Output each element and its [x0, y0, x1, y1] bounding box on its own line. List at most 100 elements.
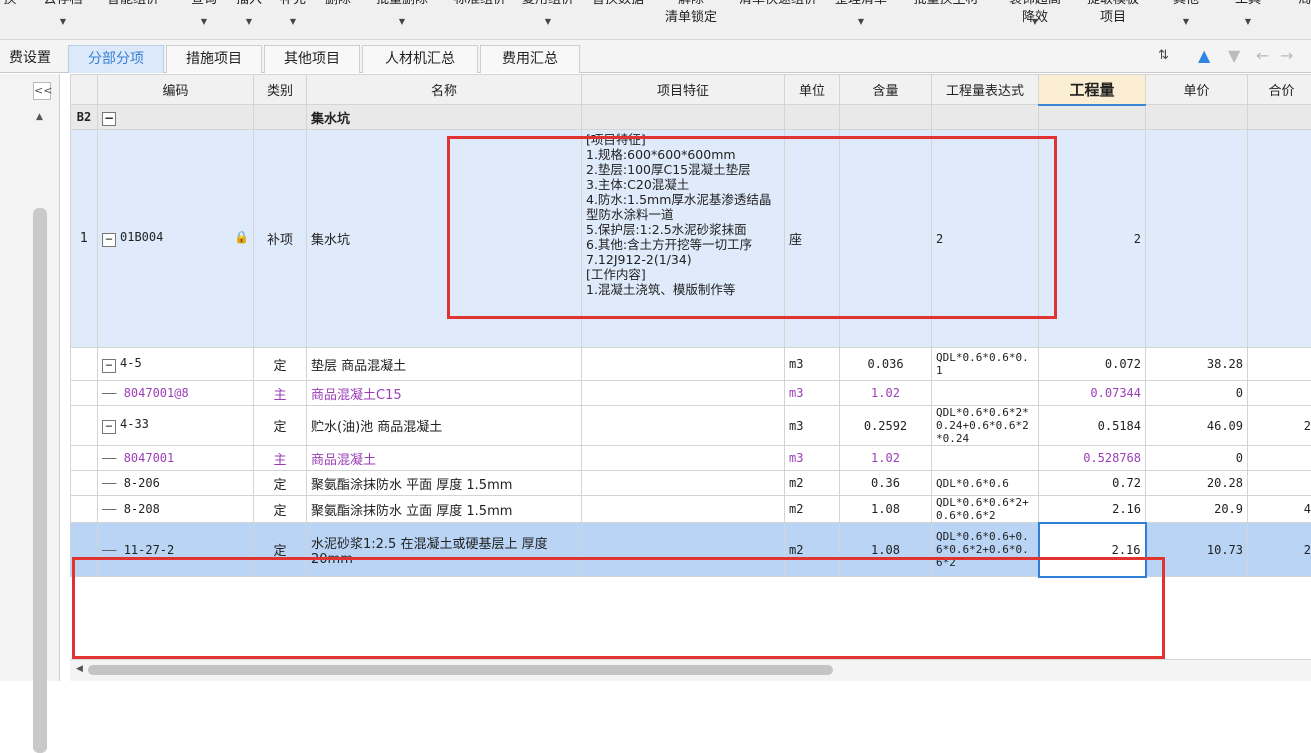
- unit-cell[interactable]: m3: [785, 381, 840, 406]
- col-total[interactable]: 合价: [1248, 75, 1311, 105]
- tab-other-items[interactable]: 其他项目: [264, 45, 360, 73]
- move-right-icon[interactable]: →: [1280, 46, 1293, 66]
- move-left-icon[interactable]: ←: [1256, 46, 1269, 66]
- qty-cell[interactable]: 0.72: [1039, 471, 1146, 496]
- qty-expr-cell[interactable]: QDL*0.6*0.6: [932, 471, 1039, 496]
- toolbar-button[interactable]: 局: [1290, 0, 1311, 40]
- tab-measures[interactable]: 措施项目: [166, 45, 262, 73]
- collapse-toggle-icon[interactable]: −: [102, 359, 116, 373]
- content-cell[interactable]: 1.02: [840, 446, 932, 471]
- qty-expr-cell[interactable]: QDL*0.6*0.6*2*0.24+0.6*0.6*2*0.24: [932, 406, 1039, 446]
- col-code[interactable]: 编码: [98, 75, 254, 105]
- feature-cell[interactable]: [582, 381, 785, 406]
- col-content[interactable]: 含量: [840, 75, 932, 105]
- qty-expr-cell[interactable]: QDL*0.6*0.6+0.6*0.6*2+0.6*0.6*2: [932, 523, 1039, 577]
- toolbar-button[interactable]: 补充▼: [270, 0, 316, 40]
- type-cell[interactable]: [254, 105, 307, 130]
- col-type[interactable]: 类别: [254, 75, 307, 105]
- toolbar-button[interactable]: 换: [0, 0, 20, 40]
- code-cell[interactable]: —— 8-208: [98, 496, 254, 523]
- toolbar-button[interactable]: 工具▼: [1220, 0, 1276, 40]
- feature-cell[interactable]: [582, 105, 785, 130]
- qty-cell[interactable]: 0.072: [1039, 348, 1146, 381]
- name-cell[interactable]: 集水坑: [307, 105, 582, 130]
- content-cell[interactable]: 1.08: [840, 523, 932, 577]
- group-row[interactable]: B2 − 集水坑: [71, 105, 1311, 130]
- price-cell[interactable]: 20.28: [1146, 471, 1248, 496]
- horizontal-scrollbar[interactable]: ◀: [70, 659, 1311, 681]
- unit-cell[interactable]: 座: [785, 130, 840, 348]
- unit-cell[interactable]: m3: [785, 406, 840, 446]
- feature-cell[interactable]: [582, 471, 785, 496]
- toolbar-button[interactable]: 批量删除▼: [362, 0, 442, 40]
- qty-expr-cell[interactable]: QDL*0.6*0.6*2+0.6*0.6*2: [932, 496, 1039, 523]
- unit-cell[interactable]: m3: [785, 348, 840, 381]
- qty-cell[interactable]: 0.528768: [1039, 446, 1146, 471]
- name-cell[interactable]: 聚氨酯涂抹防水 平面 厚度 1.5mm: [307, 471, 582, 496]
- content-cell[interactable]: [840, 130, 932, 348]
- row-index[interactable]: [71, 348, 98, 381]
- qty-cell[interactable]: 0.07344: [1039, 381, 1146, 406]
- table-row[interactable]: —— 11-27-2定水泥砂浆1:2.5 在混凝土或硬基层上 厚度 20mmm2…: [71, 523, 1311, 577]
- sort-icon[interactable]: ⇅: [1158, 46, 1169, 66]
- toolbar-button[interactable]: 整理清单▼: [830, 0, 892, 40]
- col-qty-expr[interactable]: 工程量表达式: [932, 75, 1039, 105]
- total-cell[interactable]: [1248, 471, 1311, 496]
- type-cell[interactable]: 补项: [254, 130, 307, 348]
- toolbar-button[interactable]: 批量换主材: [896, 0, 996, 40]
- price-cell[interactable]: 0: [1146, 381, 1248, 406]
- toolbar-button[interactable]: 标准组价: [448, 0, 512, 40]
- price-cell[interactable]: 20.9: [1146, 496, 1248, 523]
- content-cell[interactable]: 1.08: [840, 496, 932, 523]
- feature-cell[interactable]: [582, 406, 785, 446]
- type-cell[interactable]: 定: [254, 496, 307, 523]
- move-down-icon[interactable]: ▼: [1228, 46, 1240, 66]
- table-row[interactable]: —— 8047001@8主商品混凝土C15m31.020.073440: [71, 381, 1311, 406]
- qty-expr-cell[interactable]: [932, 446, 1039, 471]
- table-row[interactable]: −4-5定垫层 商品混凝土m30.036QDL*0.6*0.6*0.10.072…: [71, 348, 1311, 381]
- tab-material-summary[interactable]: 人材机汇总: [362, 45, 478, 73]
- toolbar-button[interactable]: 插入▼: [230, 0, 268, 40]
- name-cell[interactable]: 商品混凝土: [307, 446, 582, 471]
- content-cell[interactable]: 1.02: [840, 381, 932, 406]
- toolbar-button[interactable]: 清单快速组价: [730, 0, 826, 40]
- unit-cell[interactable]: m2: [785, 471, 840, 496]
- toolbar-button[interactable]: 解除清单锁定: [654, 0, 728, 40]
- unit-cell[interactable]: m2: [785, 523, 840, 577]
- table-row[interactable]: —— 8-208定聚氨酯涂抹防水 立面 厚度 1.5mmm21.08QDL*0.…: [71, 496, 1311, 523]
- name-cell[interactable]: 贮水(油)池 商品混凝土: [307, 406, 582, 446]
- code-cell[interactable]: —— 11-27-2: [98, 523, 254, 577]
- row-index[interactable]: [71, 446, 98, 471]
- total-cell[interactable]: [1248, 130, 1311, 348]
- row-index[interactable]: [71, 523, 98, 577]
- qty-expr-cell[interactable]: QDL*0.6*0.6*0.1: [932, 348, 1039, 381]
- total-cell[interactable]: [1248, 381, 1311, 406]
- price-cell[interactable]: 38.28: [1146, 348, 1248, 381]
- qty-expr-cell[interactable]: [932, 105, 1039, 130]
- price-cell[interactable]: 46.09: [1146, 406, 1248, 446]
- qty-cell[interactable]: 2: [1039, 130, 1146, 348]
- content-cell[interactable]: 0.036: [840, 348, 932, 381]
- total-cell[interactable]: 2: [1248, 523, 1311, 577]
- scroll-up-icon[interactable]: ▲: [36, 112, 43, 122]
- feature-cell[interactable]: [582, 446, 785, 471]
- type-cell[interactable]: 定: [254, 348, 307, 381]
- row-index[interactable]: [71, 496, 98, 523]
- code-cell[interactable]: −4-5: [98, 348, 254, 381]
- row-index[interactable]: [71, 381, 98, 406]
- vertical-scrollbar[interactable]: [33, 208, 47, 753]
- feature-cell[interactable]: [项目特征] 1.规格:600*600*600mm 2.垫层:100厚C15混凝…: [582, 130, 785, 348]
- content-cell[interactable]: [840, 105, 932, 130]
- table-row[interactable]: −4-33定贮水(油)池 商品混凝土m30.2592QDL*0.6*0.6*2*…: [71, 406, 1311, 446]
- col-unit[interactable]: 单位: [785, 75, 840, 105]
- type-cell[interactable]: 主: [254, 381, 307, 406]
- unit-cell[interactable]: m2: [785, 496, 840, 523]
- name-cell[interactable]: 集水坑: [307, 130, 582, 348]
- move-up-icon[interactable]: ▲: [1198, 46, 1210, 66]
- collapse-panel-button[interactable]: <<: [33, 82, 51, 100]
- col-qty[interactable]: 工程量: [1039, 75, 1146, 105]
- total-cell[interactable]: [1248, 446, 1311, 471]
- total-cell[interactable]: 2: [1248, 406, 1311, 446]
- table-row[interactable]: —— 8047001主商品混凝土m31.020.5287680: [71, 446, 1311, 471]
- price-cell[interactable]: 0: [1146, 446, 1248, 471]
